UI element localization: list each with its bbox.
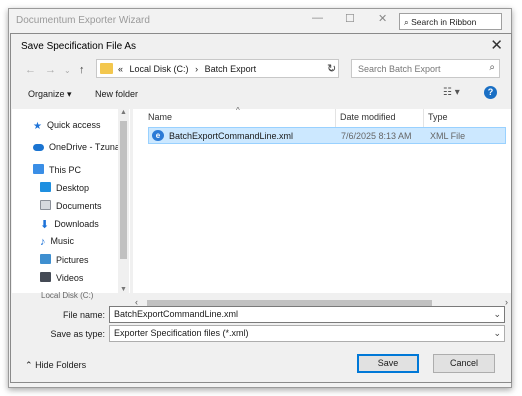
maximize-icon[interactable]: ☐ bbox=[345, 12, 355, 25]
back-arrow-icon[interactable]: ← bbox=[25, 64, 36, 76]
star-icon: ★ bbox=[33, 121, 42, 132]
close-icon[interactable]: ✕ bbox=[378, 12, 387, 25]
forward-arrow-icon[interactable]: → bbox=[45, 64, 56, 76]
breadcrumb-separator: › bbox=[195, 64, 199, 74]
nav-item-documents[interactable]: Documents bbox=[40, 200, 102, 214]
save-type-label: Save as type: bbox=[50, 329, 105, 339]
nav-item-local-disk-partial[interactable]: Local Disk (C:) bbox=[41, 291, 93, 300]
file-type: XML File bbox=[430, 131, 466, 141]
downloads-icon: ⬇ bbox=[40, 219, 50, 231]
dialog-toolbar: Organize ▾ New folder ☷ ▾ ? bbox=[11, 81, 511, 107]
column-type[interactable]: Type bbox=[428, 112, 448, 122]
save-type-value: Exporter Specification files (*.xml) bbox=[114, 328, 249, 338]
scroll-up-icon[interactable]: ▲ bbox=[120, 109, 127, 116]
file-name: BatchExportCommandLine.xml bbox=[169, 131, 294, 141]
column-divider[interactable] bbox=[423, 109, 424, 127]
breadcrumb: « Local Disk (C:) › Batch Export bbox=[118, 64, 260, 74]
file-name-value: BatchExportCommandLine.xml bbox=[114, 309, 239, 319]
recent-chevron-icon[interactable]: ⌄ bbox=[64, 66, 71, 75]
scroll-thumb[interactable] bbox=[120, 121, 127, 259]
nav-item-music[interactable]: ♪ Music bbox=[40, 236, 74, 250]
search-icon: ⌕ bbox=[489, 62, 495, 73]
file-date: 7/6/2025 8:13 AM bbox=[341, 131, 412, 141]
nav-item-onedrive[interactable]: OneDrive - Tzunami bbox=[33, 142, 129, 156]
nav-label: This PC bbox=[49, 165, 82, 175]
minimize-icon[interactable]: — bbox=[312, 12, 323, 24]
save-button[interactable]: Save bbox=[357, 354, 419, 373]
breadcrumb-batch-export[interactable]: Batch Export bbox=[205, 64, 257, 74]
save-dialog: Save Specification File As ✕ ← → ⌄ ↑ « L… bbox=[10, 33, 512, 383]
new-folder-button[interactable]: New folder bbox=[95, 89, 138, 99]
nav-label: Desktop bbox=[56, 183, 90, 193]
save-type-select[interactable]: Exporter Specification files (*.xml) ⌄ bbox=[109, 325, 505, 342]
breadcrumb-local-disk[interactable]: Local Disk (C:) bbox=[130, 64, 189, 74]
documents-icon bbox=[40, 200, 51, 210]
caret-up-icon: ⌃ bbox=[25, 360, 33, 370]
videos-icon bbox=[40, 272, 51, 282]
nav-item-pictures[interactable]: Pictures bbox=[40, 254, 89, 268]
nav-item-quick-access[interactable]: ★ Quick access bbox=[33, 120, 101, 134]
nav-label: Videos bbox=[56, 273, 84, 283]
pictures-icon bbox=[40, 254, 51, 264]
xml-file-icon: e bbox=[152, 130, 164, 141]
dialog-title: Save Specification File As bbox=[21, 41, 137, 52]
scroll-right-icon[interactable]: › bbox=[505, 297, 508, 307]
column-date-modified[interactable]: Date modified bbox=[340, 112, 396, 122]
nav-scrollbar[interactable]: ▲ ▼ bbox=[118, 109, 129, 293]
save-type-dropdown-icon[interactable]: ⌄ bbox=[493, 328, 501, 339]
column-divider[interactable] bbox=[335, 109, 336, 127]
breadcrumb-overflow[interactable]: « bbox=[118, 64, 123, 74]
nav-label: Pictures bbox=[56, 255, 89, 265]
hide-folders-label: Hide Folders bbox=[35, 360, 87, 370]
hide-folders-button[interactable]: ⌃ Hide Folders bbox=[25, 360, 86, 371]
file-list: ^ Name Date modified Type e BatchExportC… bbox=[133, 106, 511, 293]
computer-icon bbox=[33, 164, 44, 174]
navigation-pane: ★ Quick access OneDrive - Tzunami This PC… bbox=[12, 109, 130, 293]
dialog-close-icon[interactable]: ✕ bbox=[490, 36, 503, 54]
scroll-down-icon[interactable]: ▼ bbox=[120, 286, 127, 293]
refresh-icon[interactable]: ↻ bbox=[327, 62, 336, 75]
nav-item-desktop[interactable]: Desktop bbox=[40, 182, 89, 196]
folder-search-placeholder: Search Batch Export bbox=[358, 64, 441, 74]
nav-label: Downloads bbox=[54, 219, 99, 229]
nav-label: Quick access bbox=[46, 120, 101, 130]
parent-window-title: Documentum Exporter Wizard bbox=[16, 15, 150, 26]
column-name[interactable]: Name bbox=[148, 112, 172, 122]
help-icon[interactable]: ? bbox=[484, 86, 497, 99]
folder-search-input[interactable]: Search Batch Export ⌕ bbox=[351, 59, 500, 78]
file-name-dropdown-icon[interactable]: ⌄ bbox=[493, 309, 501, 320]
ribbon-search-placeholder: Search in Ribbon bbox=[411, 17, 477, 27]
music-icon: ♪ bbox=[40, 236, 46, 248]
nav-item-downloads[interactable]: ⬇ Downloads bbox=[40, 218, 99, 232]
file-name-label: File name: bbox=[62, 310, 105, 320]
up-arrow-icon[interactable]: ↑ bbox=[79, 64, 85, 76]
file-row[interactable]: e BatchExportCommandLine.xml 7/6/2025 8:… bbox=[148, 127, 506, 144]
address-bar[interactable]: « Local Disk (C:) › Batch Export ⌄ bbox=[96, 59, 339, 78]
sort-ascending-icon: ^ bbox=[236, 106, 240, 115]
desktop-icon bbox=[40, 182, 51, 192]
nav-item-videos[interactable]: Videos bbox=[40, 272, 83, 286]
nav-item-this-pc[interactable]: This PC bbox=[33, 164, 81, 178]
cancel-button[interactable]: Cancel bbox=[433, 354, 495, 373]
file-name-input[interactable]: BatchExportCommandLine.xml ⌄ bbox=[109, 306, 505, 323]
view-options-icon[interactable]: ☷ ▾ bbox=[443, 87, 460, 98]
nav-label: Music bbox=[50, 236, 75, 246]
cloud-icon bbox=[33, 144, 44, 151]
nav-label: Documents bbox=[56, 201, 102, 211]
folder-icon bbox=[100, 63, 113, 74]
organize-button[interactable]: Organize ▾ bbox=[28, 89, 72, 100]
ribbon-search[interactable]: ⌕ Search in Ribbon bbox=[399, 13, 502, 30]
